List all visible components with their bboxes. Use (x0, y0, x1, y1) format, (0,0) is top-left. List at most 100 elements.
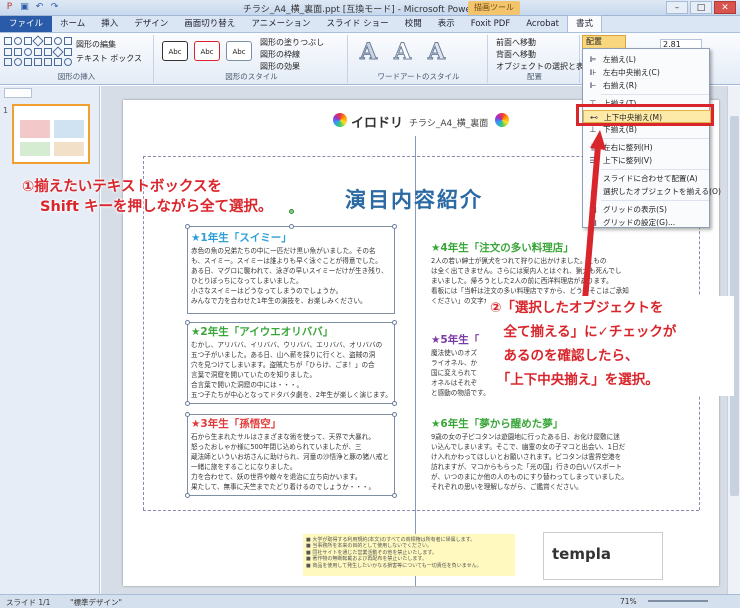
tab-view[interactable]: 表示 (430, 16, 463, 32)
grade6-body: 9歳の女の子ピコタンは遊園地に行ったある日、お化け屋敷に迷 い込んでしまいます。… (431, 433, 628, 491)
slide-subtitle: チラシ_A4_横_裏面 (409, 119, 489, 129)
close-icon[interactable]: ✕ (714, 1, 736, 14)
slide-thumbnail[interactable] (12, 104, 90, 164)
shape-gallery[interactable] (4, 35, 72, 67)
tab-transitions[interactable]: 画面切り替え (176, 16, 243, 32)
group-label: ワードアートのスタイル (377, 72, 460, 81)
heading-text: ★6年生「夢から醒めた夢」 (431, 418, 564, 430)
align-center-icon: ⊪ (589, 68, 597, 77)
slides-tab[interactable] (4, 88, 32, 98)
group-label: 図形の挿入 (57, 72, 96, 81)
rotate-handle[interactable] (289, 209, 294, 214)
menu-item-align-left[interactable]: ⊫ 左揃え(L) (583, 53, 711, 66)
resize-handle[interactable] (289, 224, 294, 229)
check-icon: ✓ (589, 187, 597, 196)
text-box-button[interactable]: テキスト ボックス (76, 53, 142, 64)
menu-label: スライドに合わせて配置(A) (603, 174, 698, 183)
shape-styles-group: Abc Abc Abc 図形の塗りつぶし 図形の枠線 図形の効果 図形のスタイル (156, 35, 348, 83)
footer-notes: ■ 大学が取得する利用規約(本文)のすべての商標権は所有者に帰属します。 ■ 当… (303, 534, 515, 576)
heading-text: ★4年生「注文の多い料理店」 (431, 242, 574, 254)
menu-item-align-selected[interactable]: ✓ 選択したオブジェクトを揃える(O) (583, 185, 721, 198)
menu-label: 左右中央揃え(C) (603, 68, 660, 77)
arrange-group: 前面へ移動 背面へ移動 オブジェクトの選択と表示 配置 (490, 35, 592, 83)
tab-file[interactable]: ファイル (0, 16, 53, 32)
shape-outline-button[interactable]: 図形の枠線 (260, 49, 300, 60)
zoom-level[interactable]: 71% (620, 597, 637, 606)
shape-fill-button[interactable]: 図形の塗りつぶし (260, 37, 324, 48)
resize-handle[interactable] (185, 224, 190, 229)
menu-item-align-right[interactable]: ⊩ 右揃え(R) (583, 79, 711, 92)
template-logo-box: templa (543, 532, 663, 580)
menu-label: グリッドの表示(S) (603, 205, 667, 214)
slide-indicator: スライド 1/1 (6, 598, 51, 607)
menu-label: 上下に整列(V) (603, 156, 653, 165)
tab-design[interactable]: デザイン (126, 16, 176, 32)
heading-text: ★2年生「アイウエオリババ」 (191, 326, 334, 338)
menu-label: 左揃え(L) (603, 55, 636, 64)
minimize-icon[interactable]: – (666, 1, 688, 14)
group-label: 図形のスタイル (225, 72, 278, 81)
theme-name: "標準デザイン" (70, 598, 122, 607)
tab-animations[interactable]: アニメーション (243, 16, 318, 32)
zoom-slider[interactable] (648, 600, 708, 602)
menu-label: グリッドの設定(G)... (603, 218, 676, 227)
align-left-icon: ⊫ (589, 55, 597, 64)
slide-thumbnail-panel: 1 (0, 86, 100, 594)
heading-text: ★3年生「孫悟空」 (191, 418, 282, 430)
menu-item-align-center[interactable]: ⊪ 左右中央揃え(C) (583, 66, 711, 79)
menu-item-distribute-horizontal[interactable]: ⫼ 左右に整列(H) (583, 141, 711, 154)
grade6-heading: ★6年生「夢から醒めた夢」 (431, 416, 563, 431)
tab-home[interactable]: ホーム (52, 16, 93, 32)
wordart-styles-group: A A A ワードアートのスタイル (350, 35, 488, 83)
distribute-vertical-icon: ☰ (589, 156, 597, 165)
maximize-icon[interactable]: □ (690, 1, 712, 14)
grade3-heading: ★3年生「孫悟空」 (191, 416, 281, 431)
step2-callout: ②「選択したオブジェクトを 全て揃える」に✓チェックが あるのを確認したら、 「… (486, 296, 734, 396)
resize-handle[interactable] (185, 320, 190, 325)
resize-handle[interactable] (185, 493, 190, 498)
tab-foxit[interactable]: Foxit PDF (463, 16, 519, 32)
bring-forward-button[interactable]: 前面へ移動 (496, 37, 536, 48)
menu-item-grid-settings[interactable]: ▤ グリッドの設定(G)... (583, 216, 711, 229)
slide-number: 1 (3, 106, 9, 115)
resize-handle[interactable] (392, 412, 397, 417)
resize-handle[interactable] (392, 224, 397, 229)
distribute-horizontal-icon: ⫼ (591, 143, 595, 152)
highlight-box (576, 104, 714, 126)
grade1-body: 赤色の魚の兄弟たちの中に一匹だけ黒い魚がいました。その名 も、スイミー。スイミー… (191, 247, 388, 305)
heading-text: ★5年生「 (431, 334, 480, 346)
grade5-body: 魔法使いのオズ ライオネル、か 国に変えられて オネルはそれぞ と感動の物語です… (431, 349, 490, 397)
shape-style-2[interactable]: Abc (194, 41, 220, 61)
logo-text: イロドリ (351, 116, 404, 131)
resize-handle[interactable] (392, 320, 397, 325)
tab-insert[interactable]: 挿入 (93, 16, 126, 32)
resize-handle[interactable] (185, 412, 190, 417)
step1-callout-line2: Shift キーを押しながら全て選択。 (40, 199, 273, 215)
logo-icon (333, 113, 347, 127)
tab-slideshow[interactable]: スライド ショー (318, 16, 396, 32)
tab-review[interactable]: 校閲 (397, 16, 430, 32)
tab-format[interactable]: 書式 (567, 15, 603, 32)
resize-handle[interactable] (185, 401, 190, 406)
ribbon-tabs: ファイル ホーム 挿入 デザイン 画面切り替え アニメーション スライド ショー… (0, 15, 740, 33)
wordart-style-3[interactable]: A (427, 39, 445, 66)
template-logo-text: templa (552, 545, 611, 563)
align-button[interactable]: 配置 (582, 35, 626, 49)
heading-text: ★1年生「スイミー」 (191, 232, 292, 244)
menu-item-distribute-vertical[interactable]: ☰ 上下に整列(V) (583, 154, 711, 167)
menu-item-show-grid[interactable]: ▦ グリッドの表示(S) (583, 203, 711, 216)
grade1-heading: ★1年生「スイミー」 (191, 230, 292, 245)
grade4-heading: ★4年生「注文の多い料理店」 (431, 240, 574, 255)
page-title: 演目内容紹介 (345, 188, 483, 212)
shape-style-1[interactable]: Abc (162, 41, 188, 61)
wordart-style-2[interactable]: A (393, 39, 411, 66)
menu-item-align-to-slide[interactable]: スライドに合わせて配置(A) (583, 172, 711, 185)
edit-shape-button[interactable]: 図形の編集 (76, 39, 116, 50)
wordart-style-1[interactable]: A (359, 39, 377, 66)
window-title: チラシ_A4_横_裏面.ppt [互換モード] - Microsoft Powe… (242, 5, 498, 15)
status-bar: スライド 1/1 "標準デザイン" 71% (0, 594, 740, 608)
send-backward-button[interactable]: 背面へ移動 (496, 49, 536, 60)
shape-style-3[interactable]: Abc (226, 41, 252, 61)
window-buttons: – □ ✕ (666, 1, 736, 14)
tab-acrobat[interactable]: Acrobat (518, 16, 567, 32)
